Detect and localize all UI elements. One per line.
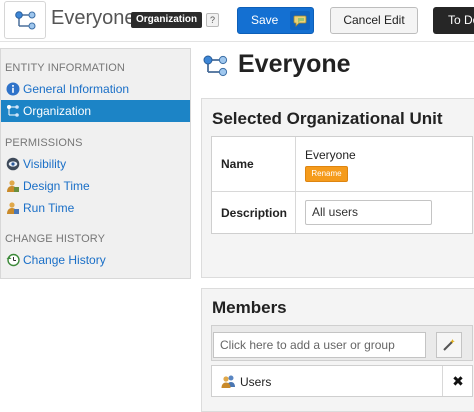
entity-title: Everyone — [51, 7, 136, 29]
sidebar-item-label: Visibility — [23, 157, 67, 171]
member-list-item: Users ✖ — [211, 365, 473, 397]
org-unit-details: Name Everyone Rename Description All use… — [211, 136, 473, 234]
eye-icon — [6, 157, 20, 171]
org-icon — [15, 11, 36, 30]
sidebar-item-label: Design Time — [23, 179, 90, 193]
org-unit-panel: Selected Organizational Unit Name Everyo… — [201, 98, 474, 278]
toolbar: Everyone Organization ? Save Cancel Edit… — [0, 0, 474, 42]
sidebar-item-label: Organization — [23, 104, 92, 118]
wand-icon — [443, 339, 455, 351]
sidebar-item-label: General Information — [23, 82, 130, 96]
rename-button[interactable]: Rename — [305, 166, 348, 182]
sidebar-item-change-history[interactable]: Change History — [1, 249, 190, 271]
name-label: Name — [221, 157, 254, 171]
sidebar-item-label: Run Time — [23, 201, 75, 215]
sidebar-item-general-information[interactable]: General Information — [1, 78, 190, 100]
description-field[interactable]: All users — [305, 200, 432, 225]
user-group-icon — [221, 375, 235, 388]
sidebar-item-label: Change History — [23, 253, 106, 267]
save-button-label: Save — [251, 13, 279, 27]
description-label: Description — [221, 206, 288, 220]
section-header-change-history: CHANGE HISTORY — [5, 233, 106, 245]
add-member-input[interactable]: Click here to add a user or group — [213, 332, 426, 358]
section-header-entity-information: ENTITY INFORMATION — [5, 62, 125, 74]
design-time-icon — [7, 180, 19, 192]
sidebar-item-run-time[interactable]: Run Time — [1, 197, 190, 219]
entity-type-badge: Organization — [131, 12, 203, 28]
todo-button[interactable]: To Do — [433, 7, 474, 34]
member-name: Users — [240, 375, 272, 389]
panel-title: Members — [212, 298, 287, 317]
panel-title: Selected Organizational Unit — [212, 109, 443, 128]
members-panel: Members Click here to add a user or grou… — [201, 288, 474, 412]
sidebar-item-design-time[interactable]: Design Time — [1, 175, 190, 197]
sidebar-item-organization[interactable]: Organization — [1, 100, 190, 122]
org-icon — [7, 105, 19, 117]
save-button[interactable]: Save — [237, 7, 314, 34]
name-value: Everyone — [305, 148, 356, 162]
picker-button[interactable] — [436, 332, 462, 358]
sidebar: ENTITY INFORMATION General Information O… — [0, 48, 191, 279]
section-header-permissions: PERMISSIONS — [5, 137, 83, 149]
info-icon — [6, 82, 20, 96]
divider — [295, 137, 296, 233]
remove-member-button[interactable]: ✖ — [442, 366, 473, 396]
help-button[interactable]: ? — [206, 13, 219, 27]
page-title: Everyone — [238, 50, 351, 78]
sidebar-item-visibility[interactable]: Visibility — [1, 153, 190, 175]
cancel-edit-button[interactable]: Cancel Edit — [330, 7, 418, 34]
entity-icon-box — [4, 1, 46, 39]
run-time-icon — [7, 202, 19, 214]
comment-icon — [293, 15, 307, 27]
save-with-comment-button[interactable] — [290, 11, 310, 30]
history-icon — [6, 253, 20, 267]
org-icon — [203, 55, 228, 77]
